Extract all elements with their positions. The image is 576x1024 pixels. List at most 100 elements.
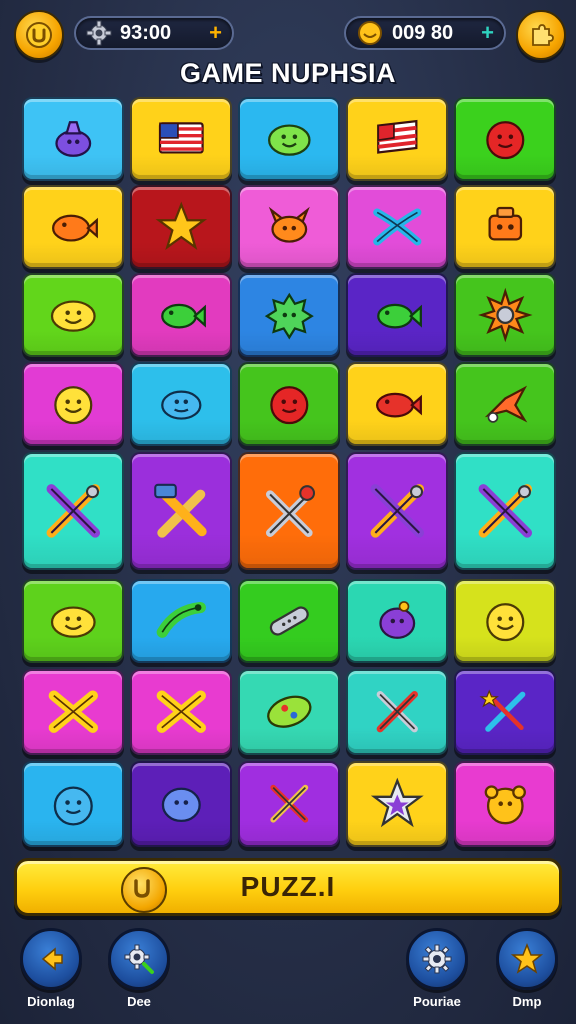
tile-r5-c1[interactable] <box>22 452 124 570</box>
tile-r6-c1[interactable] <box>22 579 124 663</box>
gear-burst-icon <box>477 287 533 343</box>
lemon-face-icon <box>50 300 96 332</box>
magic-wand-icon <box>479 689 526 733</box>
blue-ball-icon <box>53 786 93 826</box>
lemon-face-icon <box>50 606 96 638</box>
nav-button[interactable] <box>108 928 170 990</box>
tile-r4-c4[interactable] <box>346 362 448 446</box>
red-ball-icon <box>269 386 309 425</box>
profile-button[interactable] <box>516 10 566 60</box>
tile-r5-c2[interactable] <box>130 452 232 570</box>
bandage-icon <box>269 606 309 636</box>
tile-r7-c4[interactable] <box>346 669 448 755</box>
tile-r7-c1[interactable] <box>22 669 124 755</box>
crossed-sticks-icon <box>270 785 308 823</box>
tile-r7-c2[interactable] <box>130 669 232 755</box>
nav-label: Dmp <box>512 994 542 1009</box>
orange-fish-icon <box>51 214 98 242</box>
tile-r7-c5[interactable] <box>454 669 556 755</box>
green-leaf-icon <box>266 695 312 729</box>
tile-r3-c2[interactable] <box>130 273 232 357</box>
tile-r8-c2[interactable] <box>130 761 232 847</box>
tile-r4-c5[interactable] <box>454 362 556 446</box>
tile-r8-c1[interactable] <box>22 761 124 847</box>
puzzle-button-label: PUZZ.I <box>240 871 336 902</box>
orange-robot-icon <box>488 206 522 241</box>
crossed-tools-icon <box>370 484 424 538</box>
tile-r2-c2[interactable] <box>130 185 232 269</box>
star-icon <box>155 201 207 250</box>
nav-item-1[interactable]: Dionlag <box>18 928 84 1009</box>
coin-icon <box>26 22 52 48</box>
tile-r4-c2[interactable] <box>130 362 232 446</box>
add-energy-button[interactable]: + <box>209 20 222 46</box>
tile-r4-c1[interactable] <box>22 362 124 446</box>
coin-value: 009 80 <box>392 21 454 44</box>
coin-menu-button[interactable] <box>14 10 64 60</box>
crossed-fins-icon <box>372 208 422 246</box>
tile-r2-c3[interactable] <box>238 185 340 269</box>
tile-r3-c1[interactable] <box>22 273 124 357</box>
red-ball-icon <box>485 121 525 160</box>
tile-r5-c3[interactable] <box>238 452 340 570</box>
add-coins-button[interactable]: + <box>481 20 494 46</box>
crossed-tools-icon <box>478 484 532 538</box>
green-blob-icon <box>267 124 311 156</box>
green-fish-icon <box>376 303 422 329</box>
tile-r5-c4[interactable] <box>346 452 448 570</box>
bird-icon <box>484 385 528 423</box>
tile-r7-c3[interactable] <box>238 669 340 755</box>
tile-r8-c5[interactable] <box>454 761 556 847</box>
puzzle-piece-icon <box>532 24 554 46</box>
tile-r2-c1[interactable] <box>22 185 124 269</box>
green-monster-icon <box>264 292 314 340</box>
blue-fish-icon <box>160 390 202 420</box>
crossed-pencils-icon <box>376 691 418 733</box>
rainbow-star-icon <box>370 777 424 828</box>
tile-r2-c5[interactable] <box>454 185 556 269</box>
tile-r1-c1[interactable] <box>22 97 124 181</box>
crossed-wrench-icon <box>265 485 315 538</box>
star-icon <box>510 942 544 974</box>
settings-search-icon <box>124 944 154 974</box>
tile-r6-c4[interactable] <box>346 579 448 663</box>
tile-r4-c3[interactable] <box>238 362 340 446</box>
nav-item-2[interactable]: Dee <box>106 928 172 1009</box>
tile-r6-c5[interactable] <box>454 579 556 663</box>
blue-blob-icon <box>161 787 201 823</box>
tile-board <box>17 92 561 858</box>
crossed-tools-icon <box>46 484 100 538</box>
purple-blob-icon <box>379 601 415 639</box>
tile-r3-c4[interactable] <box>346 273 448 357</box>
tile-r8-c3[interactable] <box>238 761 340 847</box>
nav-item-4[interactable]: Dmp <box>494 928 560 1009</box>
tile-r5-c5[interactable] <box>454 452 556 570</box>
tile-r1-c2[interactable] <box>130 97 232 181</box>
smiley-coin-icon <box>358 21 382 45</box>
nav-button[interactable] <box>20 928 82 990</box>
tile-r6-c2[interactable] <box>130 579 232 663</box>
tile-r3-c5[interactable] <box>454 273 556 357</box>
tile-r1-c5[interactable] <box>454 97 556 181</box>
puzzle-button[interactable]: PUZZ.I <box>14 858 562 916</box>
tile-r2-c4[interactable] <box>346 185 448 269</box>
flag-icon <box>376 119 418 154</box>
orange-creature-icon <box>268 206 310 243</box>
energy-value: 93:00 <box>120 21 172 44</box>
tile-r1-c4[interactable] <box>346 97 448 181</box>
nav-button[interactable] <box>406 928 468 990</box>
tile-r3-c3[interactable] <box>238 273 340 357</box>
purple-alien-icon <box>55 121 91 157</box>
nav-item-3[interactable]: Pouriae <box>404 928 470 1009</box>
tile-r8-c4[interactable] <box>346 761 448 847</box>
red-fish-icon <box>375 392 422 418</box>
yellow-bow-icon <box>48 690 98 734</box>
bear-face-icon <box>484 785 526 825</box>
smiley-face-icon <box>485 603 525 642</box>
nav-button[interactable] <box>496 928 558 990</box>
green-fish-icon <box>160 303 206 329</box>
us-flag-icon <box>158 122 204 154</box>
crossed-hammer-icon <box>153 483 207 538</box>
tile-r6-c3[interactable] <box>238 579 340 663</box>
tile-r1-c3[interactable] <box>238 97 340 181</box>
